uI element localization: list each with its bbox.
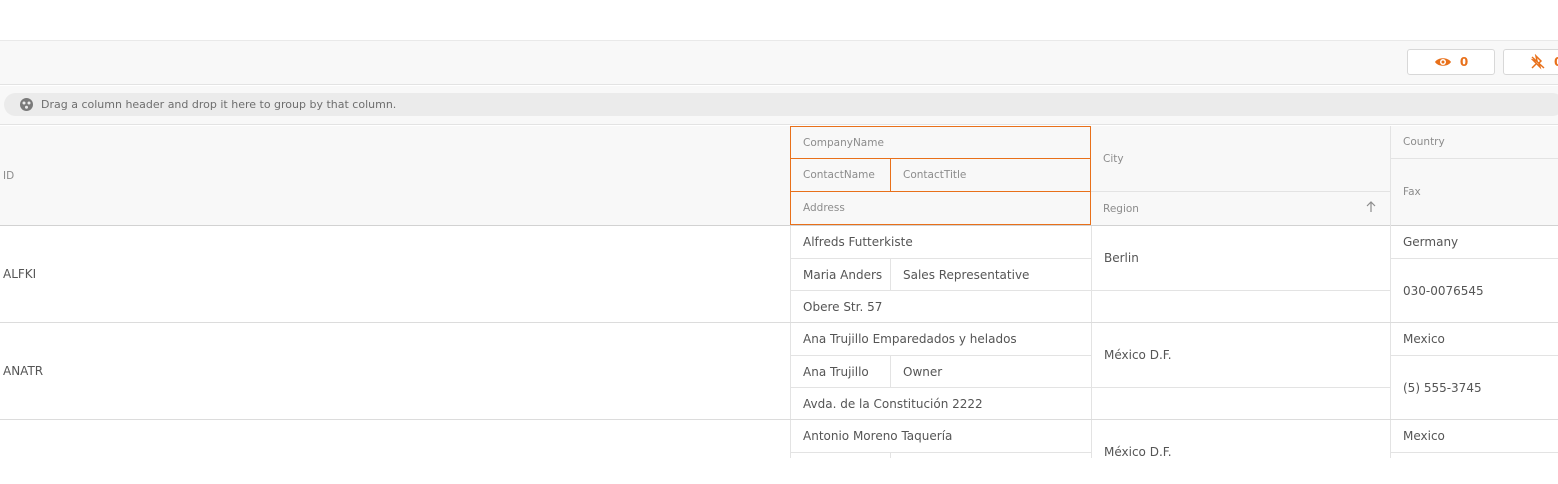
column-header-address-label: Address	[803, 202, 845, 214]
cell-text: Obere Str. 57	[803, 299, 883, 314]
cell-text: Mexico	[1403, 332, 1445, 346]
table-cell-region[interactable]	[1092, 388, 1390, 419]
table-cell-region[interactable]	[1092, 291, 1390, 322]
table-cell-id[interactable]: ALFKI	[0, 226, 790, 322]
column-header-city-label: City	[1103, 152, 1124, 165]
table-cell-company-name[interactable]: Alfreds Futterkiste	[791, 226, 1091, 258]
cell-divider	[890, 453, 891, 458]
column-header-fax-label: Fax	[1403, 186, 1421, 198]
table-cell-contact-title[interactable]: Sales Representative	[891, 259, 1091, 290]
table-cell-city[interactable]: México D.F.	[1092, 323, 1390, 387]
table-cell-contact-name[interactable]: Maria Anders	[791, 259, 890, 290]
column-header-id-label: ID	[3, 169, 15, 182]
cell-text: 030-0076545	[1403, 283, 1484, 298]
table-cell-country[interactable]: Mexico	[1391, 323, 1558, 355]
table-cell-address[interactable]: Avda. de la Constitución 2222	[791, 388, 1091, 419]
table-cell-id[interactable]: ANATR	[0, 323, 790, 419]
pinned-columns-button[interactable]: 0	[1503, 49, 1558, 75]
cell-divider	[1391, 452, 1558, 453]
table-cell-company-name[interactable]: Ana Trujillo Emparedados y helados	[791, 323, 1091, 355]
cell-text: Sales Representative	[903, 267, 1030, 282]
cell-text: México D.F.	[1104, 348, 1172, 362]
group-by-hint: Drag a column header and drop it here to…	[4, 93, 1558, 116]
table-cell-fax[interactable]: 030-0076545	[1391, 259, 1558, 322]
column-header-company-name-label: CompanyName	[803, 136, 884, 149]
cell-text: (5) 555-3745	[1403, 380, 1482, 395]
cell-text: México D.F.	[1104, 445, 1172, 459]
column-header-contact-title[interactable]: ContactTitle	[890, 158, 1091, 192]
table-cell-city[interactable]: México D.F.	[1092, 420, 1390, 484]
cell-text: Owner	[903, 364, 943, 379]
column-header-city[interactable]: City	[1091, 126, 1390, 191]
cell-text: Germany	[1403, 235, 1459, 249]
cell-text: ALFKI	[3, 267, 37, 281]
column-header-country-label: Country	[1403, 136, 1445, 148]
table-cell-country[interactable]: Germany	[1391, 226, 1558, 258]
eye-icon	[1434, 56, 1452, 68]
table-cell-city[interactable]: Berlin	[1092, 226, 1390, 290]
unpin-icon	[1530, 54, 1546, 70]
column-header-contact-name[interactable]: ContactName	[790, 158, 891, 192]
column-header-contact-title-label: ContactTitle	[903, 169, 967, 181]
table-cell-country[interactable]: Mexico	[1391, 420, 1558, 452]
cell-text: Avda. de la Constitución 2222	[803, 396, 983, 411]
column-header-address[interactable]: Address	[790, 191, 1091, 225]
cell-text: Mexico	[1403, 429, 1445, 443]
column-header-company-name[interactable]: CompanyName	[790, 126, 1091, 159]
cell-text: Antonio Moreno Taquería	[803, 429, 953, 443]
cell-text: Ana Trujillo Emparedados y helados	[803, 332, 1017, 346]
grid-toolbar	[0, 40, 1558, 85]
hidden-columns-button[interactable]: 0	[1407, 49, 1495, 75]
cell-text: Berlin	[1104, 251, 1139, 265]
table-cell-fax[interactable]: (5) 555-3745	[1391, 356, 1558, 419]
column-header-region[interactable]: Region	[1091, 192, 1390, 225]
cell-text: Ana Trujillo	[803, 364, 869, 379]
cell-text: ANATR	[3, 364, 44, 378]
pinned-columns-count: 0	[1554, 55, 1558, 69]
column-header-contact-name-label: ContactName	[803, 169, 875, 181]
table-cell-id[interactable]	[0, 420, 790, 458]
table-cell-company-name[interactable]: Antonio Moreno Taquería	[791, 420, 1091, 452]
table-cell-contact-name[interactable]: Ana Trujillo	[791, 356, 890, 387]
column-header-country[interactable]: Country	[1391, 126, 1558, 158]
table-cell-contact-title[interactable]: Owner	[891, 356, 1091, 387]
group-by-hint-text: Drag a column header and drop it here to…	[41, 98, 397, 111]
cell-divider	[791, 452, 1091, 453]
group-icon	[20, 98, 33, 111]
column-header-region-label: Region	[1103, 202, 1139, 215]
sort-ascending-icon[interactable]	[1366, 201, 1376, 216]
cell-text: Alfreds Futterkiste	[803, 235, 913, 249]
hidden-columns-count: 0	[1459, 55, 1469, 69]
column-header-fax[interactable]: Fax	[1391, 159, 1558, 225]
column-header-id[interactable]: ID	[0, 126, 790, 225]
cell-text: Maria Anders	[803, 267, 883, 282]
table-cell-address[interactable]: Obere Str. 57	[791, 291, 1091, 322]
